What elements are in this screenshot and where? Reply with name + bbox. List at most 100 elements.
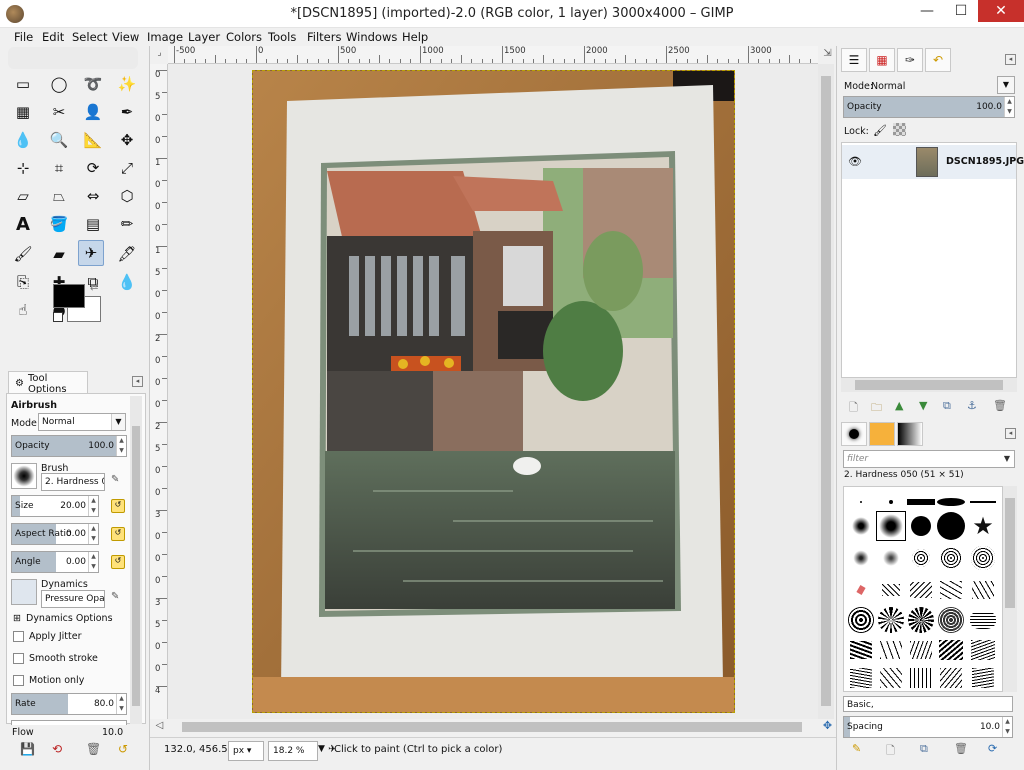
navigate-image-icon[interactable]: ✥ xyxy=(822,720,833,732)
brush-cell-selected[interactable] xyxy=(876,511,906,541)
tab-undo-history[interactable]: ↶ xyxy=(925,48,951,72)
brush-cell[interactable] xyxy=(906,663,936,691)
expander-icon[interactable]: ⊞ xyxy=(13,613,21,624)
brush-cell[interactable] xyxy=(968,663,998,691)
brush-preview[interactable] xyxy=(11,463,37,489)
save-options-icon[interactable]: 💾 xyxy=(20,742,35,756)
brush-cell[interactable] xyxy=(968,543,998,573)
reset-options-icon[interactable]: ↺ xyxy=(118,742,128,756)
panel-menu-icon[interactable]: ◂ xyxy=(132,376,143,387)
delete-layer-icon[interactable]: 🗑 xyxy=(993,399,1007,412)
layers-panel-menu-icon[interactable]: ◂ xyxy=(1005,54,1016,65)
swap-colors-icon[interactable]: ⇄ xyxy=(90,282,98,293)
brush-filter-input[interactable]: filter ▼ xyxy=(843,450,1015,468)
canvas-vertical-scrollbar[interactable] xyxy=(818,64,834,719)
layer-name[interactable]: DSCN1895.JPG xyxy=(946,156,1024,167)
paintbrush-icon[interactable]: 🖌 xyxy=(10,241,36,267)
brush-cell[interactable] xyxy=(846,511,876,541)
brush-cell[interactable] xyxy=(846,543,876,573)
delete-brush-icon[interactable]: 🗑 xyxy=(954,742,968,755)
tool-options-scrollbar[interactable] xyxy=(130,396,142,724)
eraser-icon[interactable]: ▰ xyxy=(46,241,72,267)
brush-cell[interactable] xyxy=(846,663,876,691)
brush-cell[interactable] xyxy=(936,575,966,605)
raise-layer-icon[interactable]: ▲ xyxy=(895,399,903,412)
pencil-icon[interactable]: ✏ xyxy=(114,211,140,237)
brush-cell[interactable] xyxy=(906,605,936,635)
blur-icon[interactable]: 💧 xyxy=(114,269,140,295)
select-by-color-icon[interactable]: ▦ xyxy=(10,99,36,125)
menu-select[interactable]: Select xyxy=(72,30,107,44)
brush-cell[interactable] xyxy=(876,575,906,605)
zoom-dropdown-icon[interactable]: ▼ xyxy=(318,744,325,754)
shear-icon[interactable]: ▱ xyxy=(10,183,36,209)
canvas-horizontal-scrollbar[interactable] xyxy=(168,719,818,735)
tab-tool-options[interactable]: ⚙ Tool Options xyxy=(8,371,88,395)
smooth-stroke-checkbox[interactable] xyxy=(13,653,24,664)
new-layer-icon[interactable]: 🗋 xyxy=(849,399,858,418)
blend-icon[interactable]: ▤ xyxy=(80,211,106,237)
size-slider[interactable]: Size 20.00 ▲ ▼ xyxy=(11,495,99,517)
menu-windows[interactable]: Windows xyxy=(346,30,397,44)
menu-colors[interactable]: Colors xyxy=(226,30,262,44)
edit-brush-icon[interactable]: ✎ xyxy=(852,742,861,755)
rotate-icon[interactable]: ⟳ xyxy=(80,155,106,181)
brush-cell[interactable] xyxy=(906,511,936,541)
spin-arrows-icon[interactable]: ▲ ▼ xyxy=(88,552,98,572)
close-button[interactable]: ✕ xyxy=(978,0,1024,22)
flip-icon[interactable]: ⇔ xyxy=(80,183,106,209)
menu-layer[interactable]: Layer xyxy=(188,30,220,44)
eye-icon[interactable]: 👁 xyxy=(848,155,862,168)
spin-arrows-icon[interactable]: ▲ ▼ xyxy=(1002,717,1012,737)
menu-file[interactable]: File xyxy=(14,30,33,44)
menu-tools[interactable]: Tools xyxy=(268,30,296,44)
flow-slider[interactable] xyxy=(11,720,127,725)
unit-select[interactable]: px ▾ xyxy=(228,741,264,761)
angle-slider[interactable]: Angle 0.00 ▲ ▼ xyxy=(11,551,99,573)
brush-grid[interactable]: ★ xyxy=(843,486,1003,692)
brush-cell[interactable] xyxy=(906,543,936,573)
foreground-color-swatch[interactable] xyxy=(53,284,85,308)
lower-layer-icon[interactable]: ▼ xyxy=(919,399,927,412)
spin-arrows-icon[interactable]: ▲ ▼ xyxy=(88,524,98,544)
dynamics-options-label[interactable]: Dynamics Options xyxy=(26,613,113,624)
mode-select[interactable]: Normal ▼ xyxy=(38,413,126,431)
color-picker-icon[interactable]: 💧 xyxy=(10,127,36,153)
brush-cell[interactable] xyxy=(936,663,966,691)
menu-image[interactable]: Image xyxy=(147,30,183,44)
brushes-panel-menu-icon[interactable]: ◂ xyxy=(1005,428,1016,439)
default-colors-icon[interactable] xyxy=(53,312,63,322)
lock-alpha-icon[interactable] xyxy=(893,123,906,136)
zoom-fit-icon[interactable]: ◁ xyxy=(154,721,165,732)
reset-aspect-icon[interactable]: ↺ xyxy=(111,527,125,541)
ellipse-select-icon[interactable]: ◯ xyxy=(46,71,72,97)
layer-row[interactable]: 👁 DSCN1895.JPG xyxy=(842,145,1024,179)
rate-slider[interactable]: Rate 80.0 ▲ ▼ xyxy=(11,693,127,715)
scissors-icon[interactable]: ✂ xyxy=(46,99,72,125)
brush-spacing-slider[interactable]: Spacing 10.0 ▲ ▼ xyxy=(843,716,1013,738)
navigate-icon[interactable]: ⇲ xyxy=(822,49,833,60)
layer-opacity-slider[interactable]: Opacity 100.0 ▲ ▼ xyxy=(843,96,1015,118)
brush-cell[interactable] xyxy=(906,635,936,665)
bucket-fill-icon[interactable]: 🪣 xyxy=(46,211,72,237)
brush-cell[interactable] xyxy=(968,575,998,605)
ink-icon[interactable]: 🖋 xyxy=(114,241,140,267)
delete-options-icon[interactable]: 🗑 xyxy=(86,742,101,756)
reset-angle-icon[interactable]: ↺ xyxy=(111,555,125,569)
paths-icon[interactable]: ✒ xyxy=(114,99,140,125)
brush-cell[interactable] xyxy=(876,605,906,635)
image-layer[interactable] xyxy=(252,70,735,713)
menu-view[interactable]: View xyxy=(112,30,139,44)
brush-cell[interactable] xyxy=(936,605,966,635)
brush-cell[interactable] xyxy=(846,635,876,665)
crop-icon[interactable]: ⌗ xyxy=(46,155,72,181)
lock-pixels-icon[interactable]: 🖌 xyxy=(873,124,887,137)
spin-arrows-icon[interactable]: ▲ ▼ xyxy=(1004,97,1014,117)
perspective-icon[interactable]: ⏢ xyxy=(46,183,72,209)
foreground-select-icon[interactable]: 👤 xyxy=(80,99,106,125)
brush-cell[interactable] xyxy=(876,663,906,691)
zoom-icon[interactable]: 🔍 xyxy=(46,127,72,153)
layers-hscrollbar[interactable] xyxy=(841,378,1017,392)
layers-list[interactable]: 👁 DSCN1895.JPG xyxy=(841,142,1024,378)
menu-edit[interactable]: Edit xyxy=(42,30,64,44)
